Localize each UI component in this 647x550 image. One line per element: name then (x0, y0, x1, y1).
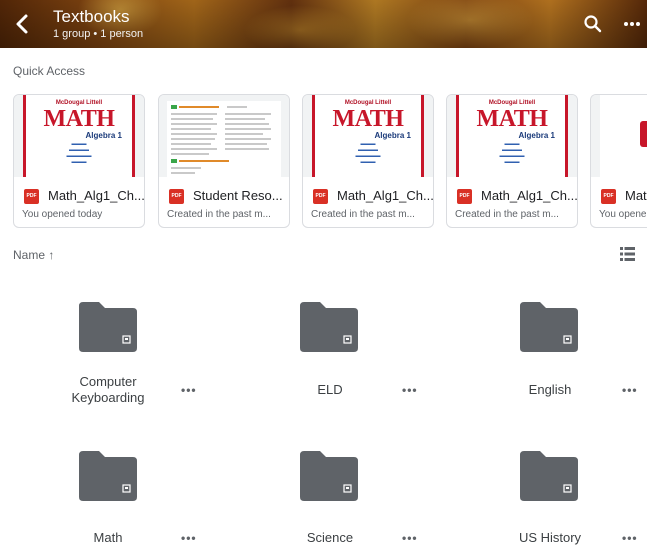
quick-access-card[interactable]: PDF Mat You opene (590, 94, 647, 228)
shared-folder-icon[interactable] (518, 302, 580, 352)
card-meta: PDF Mat You opene (591, 177, 647, 227)
cover-title: MATH (476, 106, 548, 132)
cover-authors-graphic: ▬▬▬ ▬▬▬▬ ▬▬▬▬▬ ▬▬▬ (499, 141, 525, 165)
folder-more-button[interactable]: ••• (402, 531, 418, 545)
more-horizontal-icon[interactable] (622, 14, 642, 34)
page-title: Textbooks (53, 7, 130, 26)
cover-authors-graphic: ▬▬▬ ▬▬▬▬ ▬▬▬▬▬ ▬▬▬ (355, 141, 381, 165)
quick-access-label: Quick Access (13, 64, 86, 78)
document-page-graphic (167, 101, 281, 177)
folder-name-line2: Keyboarding (71, 390, 145, 405)
book-cover (600, 95, 647, 177)
shared-folder-icon[interactable] (77, 451, 139, 501)
file-name: Mat (625, 188, 647, 203)
book-cover: McDougal Littell MATH Algebra 1 ▬▬▬ ▬▬▬▬ ▬… (23, 95, 135, 177)
file-activity: Created in the past m... (167, 209, 271, 220)
book-cover: McDougal Littell MATH Algebra 1 ▬▬▬ ▬▬▬▬ ▬… (312, 95, 424, 177)
folder-name[interactable]: English (500, 382, 600, 398)
sort-by-name-button[interactable]: Name ↑ (13, 248, 54, 262)
folder-name[interactable]: Science (280, 530, 380, 546)
page-subtitle: 1 group • 1 person (53, 28, 144, 40)
folder-name[interactable]: US History (500, 530, 600, 546)
shared-folder-icon[interactable] (518, 451, 580, 501)
chevron-left-icon[interactable] (10, 11, 36, 37)
quick-access-card[interactable]: McDougal Littell MATH Algebra 1 ▬▬▬ ▬▬▬▬ ▬… (446, 94, 578, 228)
pdf-icon: PDF (313, 189, 328, 204)
folder-more-button[interactable]: ••• (402, 383, 418, 397)
file-thumbnail: McDougal Littell MATH Algebra 1 ▬▬▬ ▬▬▬▬ ▬… (14, 95, 144, 177)
header-banner: Textbooks 1 group • 1 person (0, 0, 647, 48)
quick-access-card[interactable]: McDougal Littell MATH Algebra 1 ▬▬▬ ▬▬▬▬ ▬… (302, 94, 434, 228)
file-activity: Created in the past m... (311, 209, 415, 220)
folder-more-button[interactable]: ••• (181, 531, 197, 545)
pdf-icon: PDF (24, 189, 39, 204)
pdf-icon: PDF (169, 189, 184, 204)
file-thumbnail: McDougal Littell MATH Algebra 1 ▬▬▬ ▬▬▬▬ ▬… (303, 95, 433, 177)
cover-title: MATH (43, 106, 115, 132)
shared-folder-icon[interactable] (298, 451, 360, 501)
shared-folder-icon[interactable] (298, 302, 360, 352)
shared-folder-icon[interactable] (77, 302, 139, 352)
file-thumbnail (159, 95, 289, 177)
cover-subtitle: Algebra 1 (518, 131, 555, 140)
book-cover: McDougal Littell MATH Algebra 1 ▬▬▬ ▬▬▬▬ ▬… (456, 95, 568, 177)
pdf-icon: PDF (601, 189, 616, 204)
folder-more-button[interactable]: ••• (622, 531, 638, 545)
card-meta: PDF Math_Alg1_Ch... Created in the past … (303, 177, 434, 227)
folder-name-line1: Computer (79, 374, 137, 389)
cover-title: MATH (332, 106, 404, 132)
file-thumbnail: McDougal Littell MATH Algebra 1 ▬▬▬ ▬▬▬▬ ▬… (447, 95, 577, 177)
file-activity: You opene (599, 209, 647, 220)
folder-name[interactable]: Computer Keyboarding (58, 374, 158, 406)
card-meta: PDF Math_Alg1_Ch... Created in the past … (447, 177, 578, 227)
search-icon[interactable] (583, 14, 603, 34)
file-activity: Created in the past m... (455, 209, 559, 220)
card-meta: PDF Math_Alg1_Ch... You opened today (14, 177, 145, 227)
file-name: Math_Alg1_Ch... (337, 188, 434, 203)
file-name: Student Reso... (193, 188, 283, 203)
cover-authors-graphic: ▬▬▬ ▬▬▬▬ ▬▬▬▬▬ ▬▬▬ (66, 141, 92, 165)
pdf-icon: PDF (457, 189, 472, 204)
file-name: Math_Alg1_Ch... (48, 188, 145, 203)
card-meta: PDF Student Reso... Created in the past … (159, 177, 289, 227)
cover-subtitle: Algebra 1 (85, 131, 122, 140)
file-name: Math_Alg1_Ch... (481, 188, 578, 203)
file-thumbnail (591, 95, 647, 177)
quick-access-card[interactable]: McDougal Littell MATH Algebra 1 ▬▬▬ ▬▬▬▬ ▬… (13, 94, 145, 228)
cover-subtitle: Algebra 1 (374, 131, 411, 140)
folder-name[interactable]: ELD (280, 382, 380, 398)
folder-more-button[interactable]: ••• (622, 383, 638, 397)
folder-name[interactable]: Math (58, 530, 158, 546)
file-activity: You opened today (22, 209, 103, 220)
cover-edge-graphic (640, 121, 647, 147)
folder-more-button[interactable]: ••• (181, 383, 197, 397)
quick-access-card[interactable]: PDF Student Reso... Created in the past … (158, 94, 290, 228)
list-view-icon[interactable] (620, 247, 635, 261)
